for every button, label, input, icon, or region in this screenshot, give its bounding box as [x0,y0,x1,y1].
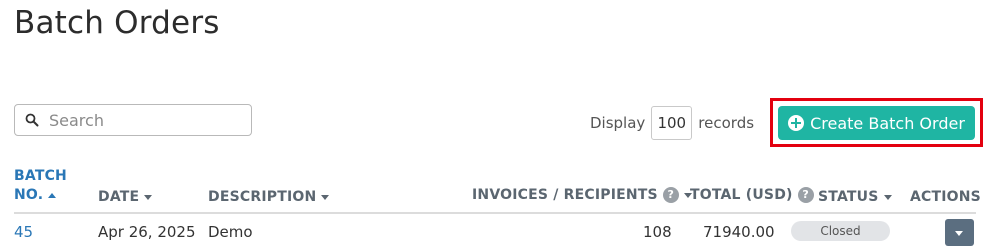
row-invoices: 108 [643,223,672,241]
question-circle-icon[interactable]: ? [662,187,679,203]
actions-header-label: ACTIONS [910,189,981,205]
row-date: Apr 26, 2025 [98,223,196,241]
column-header-actions: ACTIONS [910,189,981,205]
column-header-total[interactable]: TOTAL (USD)? [690,187,814,203]
row-total: 71940.00 [703,223,775,241]
search-icon [25,113,39,127]
search-box[interactable] [14,104,252,136]
row-description: Demo [208,223,253,241]
column-header-date[interactable]: DATE [98,189,153,205]
batch-number-link[interactable]: 45 [14,223,33,241]
header-divider [14,212,976,214]
display-label: Display [590,114,646,132]
column-header-status[interactable]: STATUS [818,189,892,205]
date-header-label: DATE [98,189,140,205]
status-badge: Closed [791,221,890,241]
description-header-label: DESCRIPTION [208,189,317,205]
caret-up-icon [48,192,57,198]
invoices-header-label: INVOICES / RECIPIENTS [472,187,658,203]
records-label: records [698,114,755,132]
column-header-batch-no[interactable]: BATCH NO. [14,168,67,203]
search-input[interactable] [47,109,231,131]
question-circle-icon[interactable]: ? [797,187,814,203]
records-per-page-input[interactable] [651,106,693,140]
row-actions-dropdown-button[interactable] [945,219,974,246]
column-header-invoices[interactable]: INVOICES / RECIPIENTS? [472,187,692,203]
display-records-control: Display records [590,106,754,140]
caret-down-icon [321,194,330,200]
create-batch-order-label: Create Batch Order [810,113,965,133]
caret-down-icon [883,194,892,200]
batch-no-header-line1: BATCH [14,168,67,184]
plus-circle-icon [788,115,805,131]
caret-down-icon [955,231,963,236]
column-header-description[interactable]: DESCRIPTION [208,189,330,205]
create-batch-order-button[interactable]: Create Batch Order [778,106,975,140]
total-header-label: TOTAL (USD) [690,187,793,203]
status-header-label: STATUS [818,189,879,205]
batch-no-header-line2: NO. [14,187,44,203]
caret-down-icon [144,194,153,200]
page-title: Batch Orders [14,5,220,41]
